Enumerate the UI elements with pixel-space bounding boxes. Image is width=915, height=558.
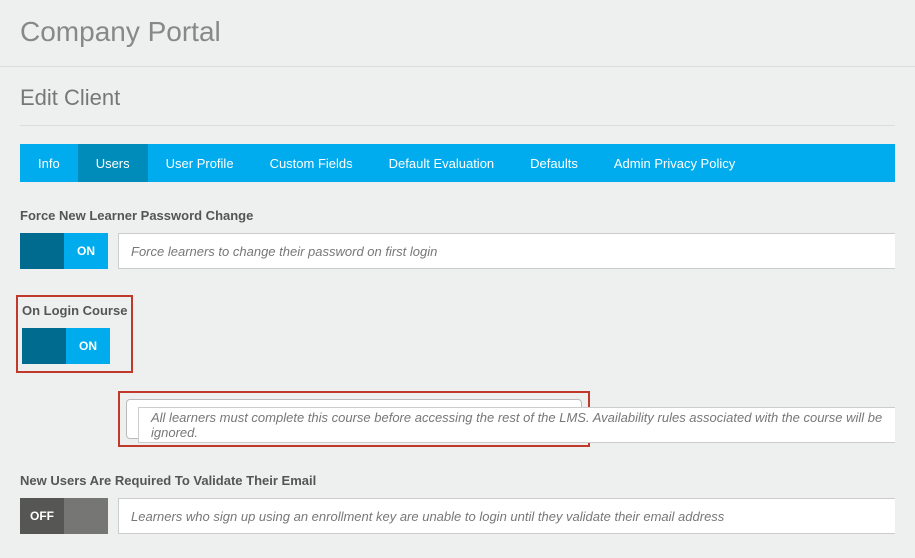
main-content: Edit Client Info Users User Profile Cust…	[0, 67, 915, 558]
tab-admin-privacy-policy[interactable]: Admin Privacy Policy	[596, 144, 753, 182]
setting-force-password: Force New Learner Password Change ON For…	[20, 208, 895, 269]
setting-label: Force New Learner Password Change	[20, 208, 895, 223]
setting-description: Force learners to change their password …	[118, 233, 895, 269]
app-header: Company Portal	[0, 0, 915, 67]
tab-info[interactable]: Info	[20, 144, 78, 182]
toggle-state: ON	[64, 233, 108, 269]
page-title: Edit Client	[20, 85, 895, 111]
tab-bar: Info Users User Profile Custom Fields De…	[20, 144, 895, 182]
setting-validate-email: New Users Are Required To Validate Their…	[20, 473, 895, 534]
tab-custom-fields[interactable]: Custom Fields	[252, 144, 371, 182]
toggle-validate-email[interactable]: OFF	[20, 498, 108, 534]
toggle-state: ON	[66, 328, 110, 364]
divider	[20, 125, 895, 126]
tab-default-evaluation[interactable]: Default Evaluation	[371, 144, 513, 182]
setting-description: All learners must complete this course b…	[138, 407, 895, 443]
tab-defaults[interactable]: Defaults	[512, 144, 596, 182]
setting-label: On Login Course	[22, 303, 127, 318]
toggle-on-login-course[interactable]: ON	[22, 328, 110, 364]
app-title: Company Portal	[20, 16, 895, 48]
setting-on-login-course: On Login Course ON All learners must com…	[20, 295, 895, 447]
setting-label: New Users Are Required To Validate Their…	[20, 473, 895, 488]
tab-user-profile[interactable]: User Profile	[148, 144, 252, 182]
tab-users[interactable]: Users	[78, 144, 148, 182]
setting-description: Learners who sign up using an enrollment…	[118, 498, 895, 534]
toggle-force-password[interactable]: ON	[20, 233, 108, 269]
toggle-state: OFF	[20, 498, 64, 534]
